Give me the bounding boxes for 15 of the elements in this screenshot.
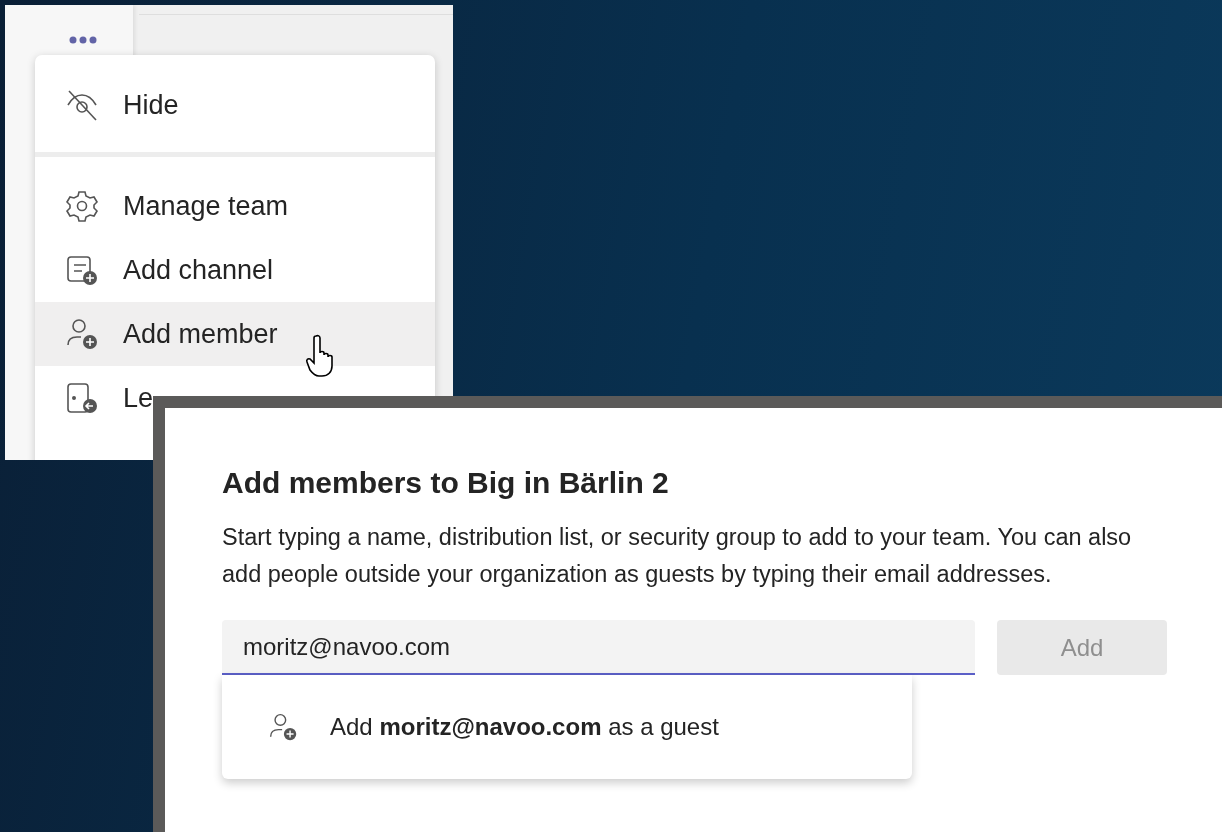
channel-add-icon	[65, 253, 99, 287]
guest-suggestion[interactable]: Add moritz@navoo.com as a guest	[222, 675, 912, 779]
menu-item[interactable]: Add channel	[35, 238, 435, 302]
menu-item[interactable]: Hide	[35, 73, 435, 137]
menu-item[interactable]: Add member	[35, 302, 435, 366]
dialog-description: Start typing a name, distribution list, or security group to add to your team. You can also add people outside your organization as guests by typing their email addresses.	[222, 523, 1133, 589]
menu-item[interactable]: Manage team	[35, 174, 435, 238]
person-add-icon	[268, 712, 298, 742]
person-add-icon	[65, 317, 99, 351]
eye-slash-icon	[65, 88, 99, 122]
gear-icon	[65, 189, 99, 223]
email-input-field[interactable]: moritz@navoo.com	[222, 620, 975, 675]
more-icon[interactable]	[68, 35, 98, 45]
leave-icon	[65, 381, 99, 415]
dialog-title: Add members to Big in Bärlin 2	[222, 466, 670, 500]
